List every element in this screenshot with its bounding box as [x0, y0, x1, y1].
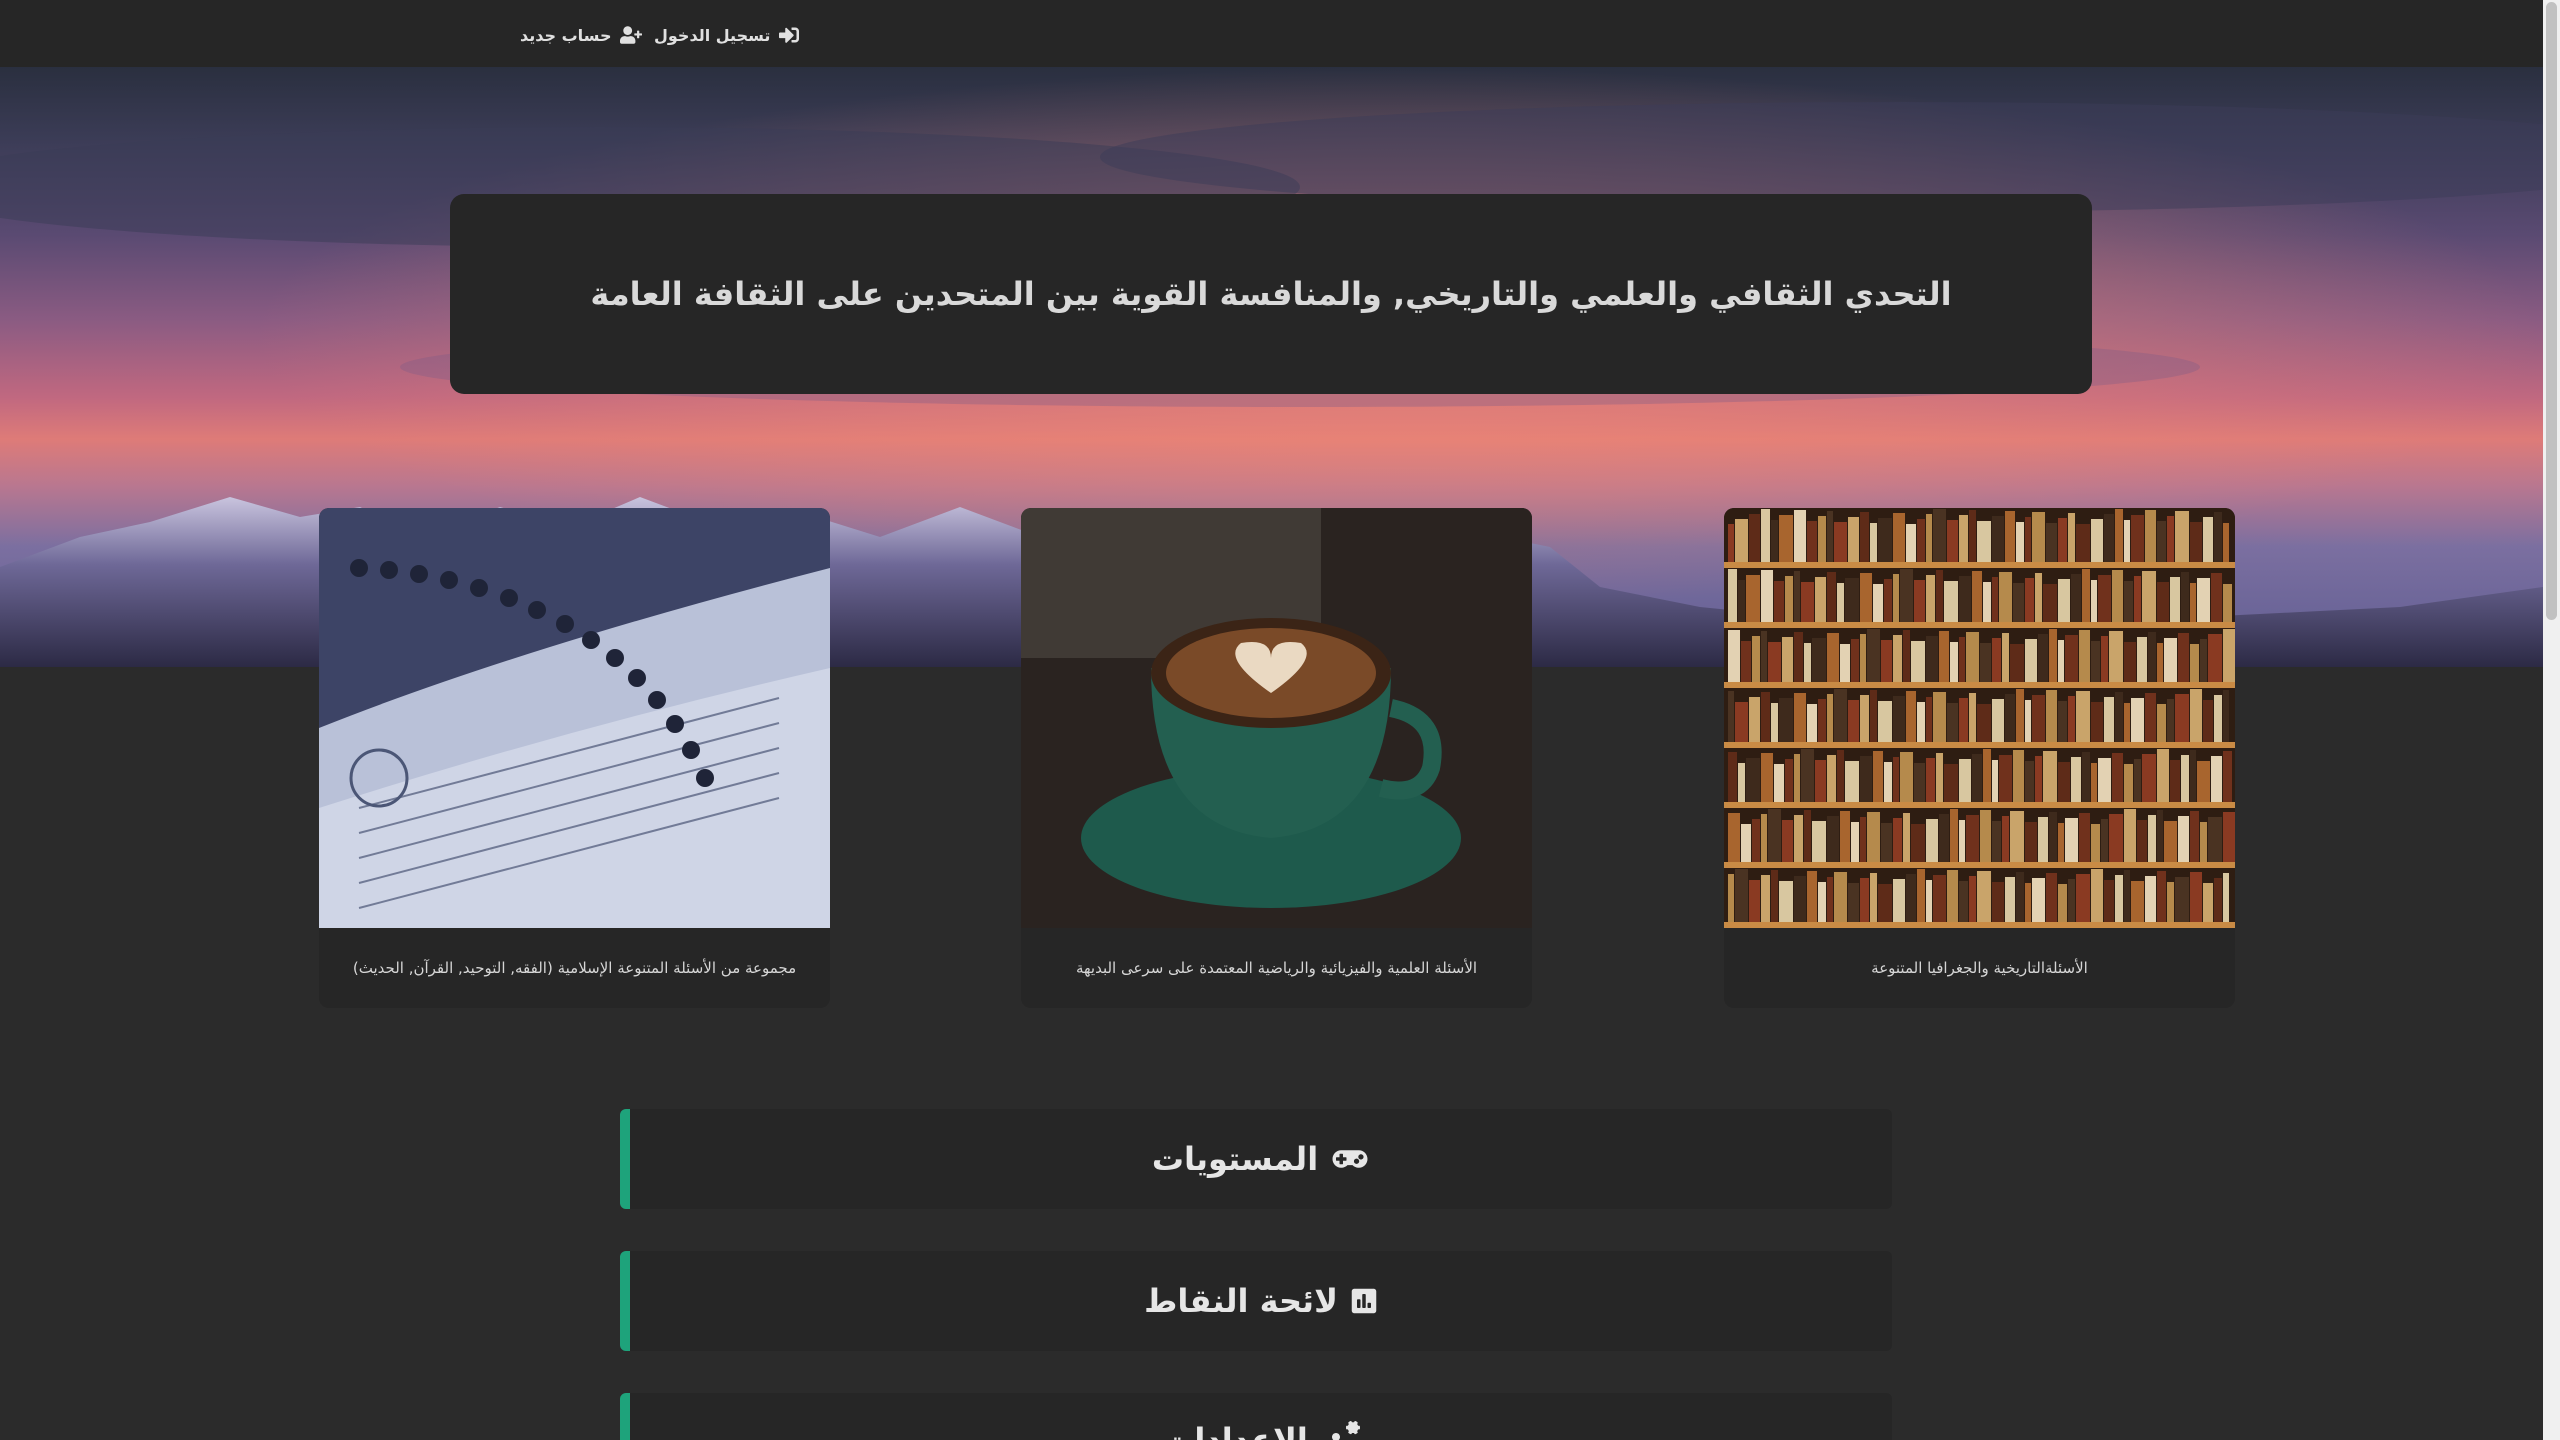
- settings-button[interactable]: الإعدادات: [620, 1393, 1892, 1440]
- sign-in-icon: [779, 27, 800, 43]
- coffee-image: [1021, 508, 1532, 928]
- scores-label: لائحة النقاط: [1144, 1282, 1338, 1320]
- card-text-history: الأسئلةالتاريخية والجغرافيا المتنوعة: [1871, 959, 2088, 977]
- levels-label: المستويات: [1151, 1140, 1319, 1178]
- login-link[interactable]: تسجيل الدخول: [654, 22, 800, 48]
- levels-button[interactable]: المستويات: [620, 1109, 1892, 1209]
- settings-label: الإعدادات: [1162, 1421, 1308, 1440]
- category-card-science[interactable]: الأسئلة العلمية والفيزيائية والرياضية ال…: [1021, 508, 1532, 1008]
- category-card-islamic[interactable]: مجموعة من الأسئلة المتنوعة الإسلامية (ال…: [319, 508, 830, 1008]
- top-navbar: تسجيل الدخول حساب جديد: [0, 0, 2543, 67]
- bar-chart-icon: [1351, 1288, 1377, 1314]
- register-label: حساب جديد: [520, 25, 612, 45]
- category-card-history[interactable]: الأسئلةالتاريخية والجغرافيا المتنوعة: [1724, 508, 2235, 1008]
- scores-button[interactable]: لائحة النقاط: [620, 1251, 1892, 1351]
- bookshelf-image: [1724, 508, 2235, 928]
- user-plus-icon: [619, 26, 642, 44]
- quran-image: [319, 508, 830, 928]
- register-link[interactable]: حساب جديد: [520, 22, 642, 48]
- vertical-scrollbar[interactable]: [2543, 0, 2560, 1440]
- gamepad-icon: [1332, 1150, 1368, 1168]
- card-text-science: الأسئلة العلمية والفيزيائية والرياضية ال…: [1075, 959, 1478, 977]
- hero-title-box: التحدي الثقافي والعلمي والتاريخي, والمنا…: [450, 194, 2092, 394]
- card-text-islamic: مجموعة من الأسئلة المتنوعة الإسلامية (ال…: [352, 959, 797, 977]
- page-title: التحدي الثقافي والعلمي والتاريخي, والمنا…: [590, 275, 1952, 313]
- login-label: تسجيل الدخول: [654, 25, 771, 45]
- gears-icon: [1331, 1421, 1360, 1440]
- scrollbar-thumb[interactable]: [2546, 2, 2557, 620]
